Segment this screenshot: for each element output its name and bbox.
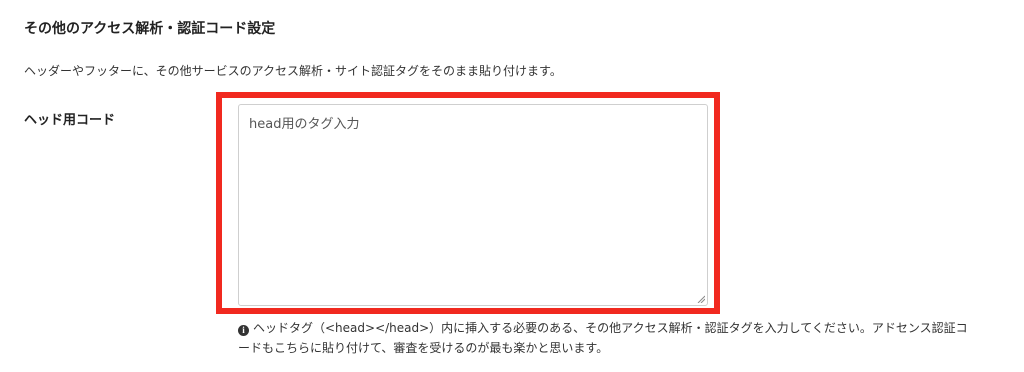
- section-description: ヘッダーやフッターに、その他サービスのアクセス解析・サイト認証タグをそのまま貼り…: [24, 64, 562, 78]
- section-title: その他のアクセス解析・認証コード設定: [24, 21, 276, 37]
- resize-handle-icon[interactable]: [697, 295, 705, 303]
- head-code-textarea[interactable]: [238, 104, 708, 306]
- head-code-label: ヘッド用コード: [24, 113, 116, 128]
- settings-page: その他のアクセス解析・認証コード設定 ヘッダーやフッターに、その他サービスのアク…: [0, 0, 1024, 372]
- head-code-help: i ヘッドタグ（<head></head>）内に挿入する必要のある、その他アクセス…: [238, 318, 978, 358]
- head-code-help-text: ヘッドタグ（<head></head>）内に挿入する必要のある、その他アクセス解…: [238, 321, 968, 355]
- info-circle-icon: i: [238, 325, 249, 336]
